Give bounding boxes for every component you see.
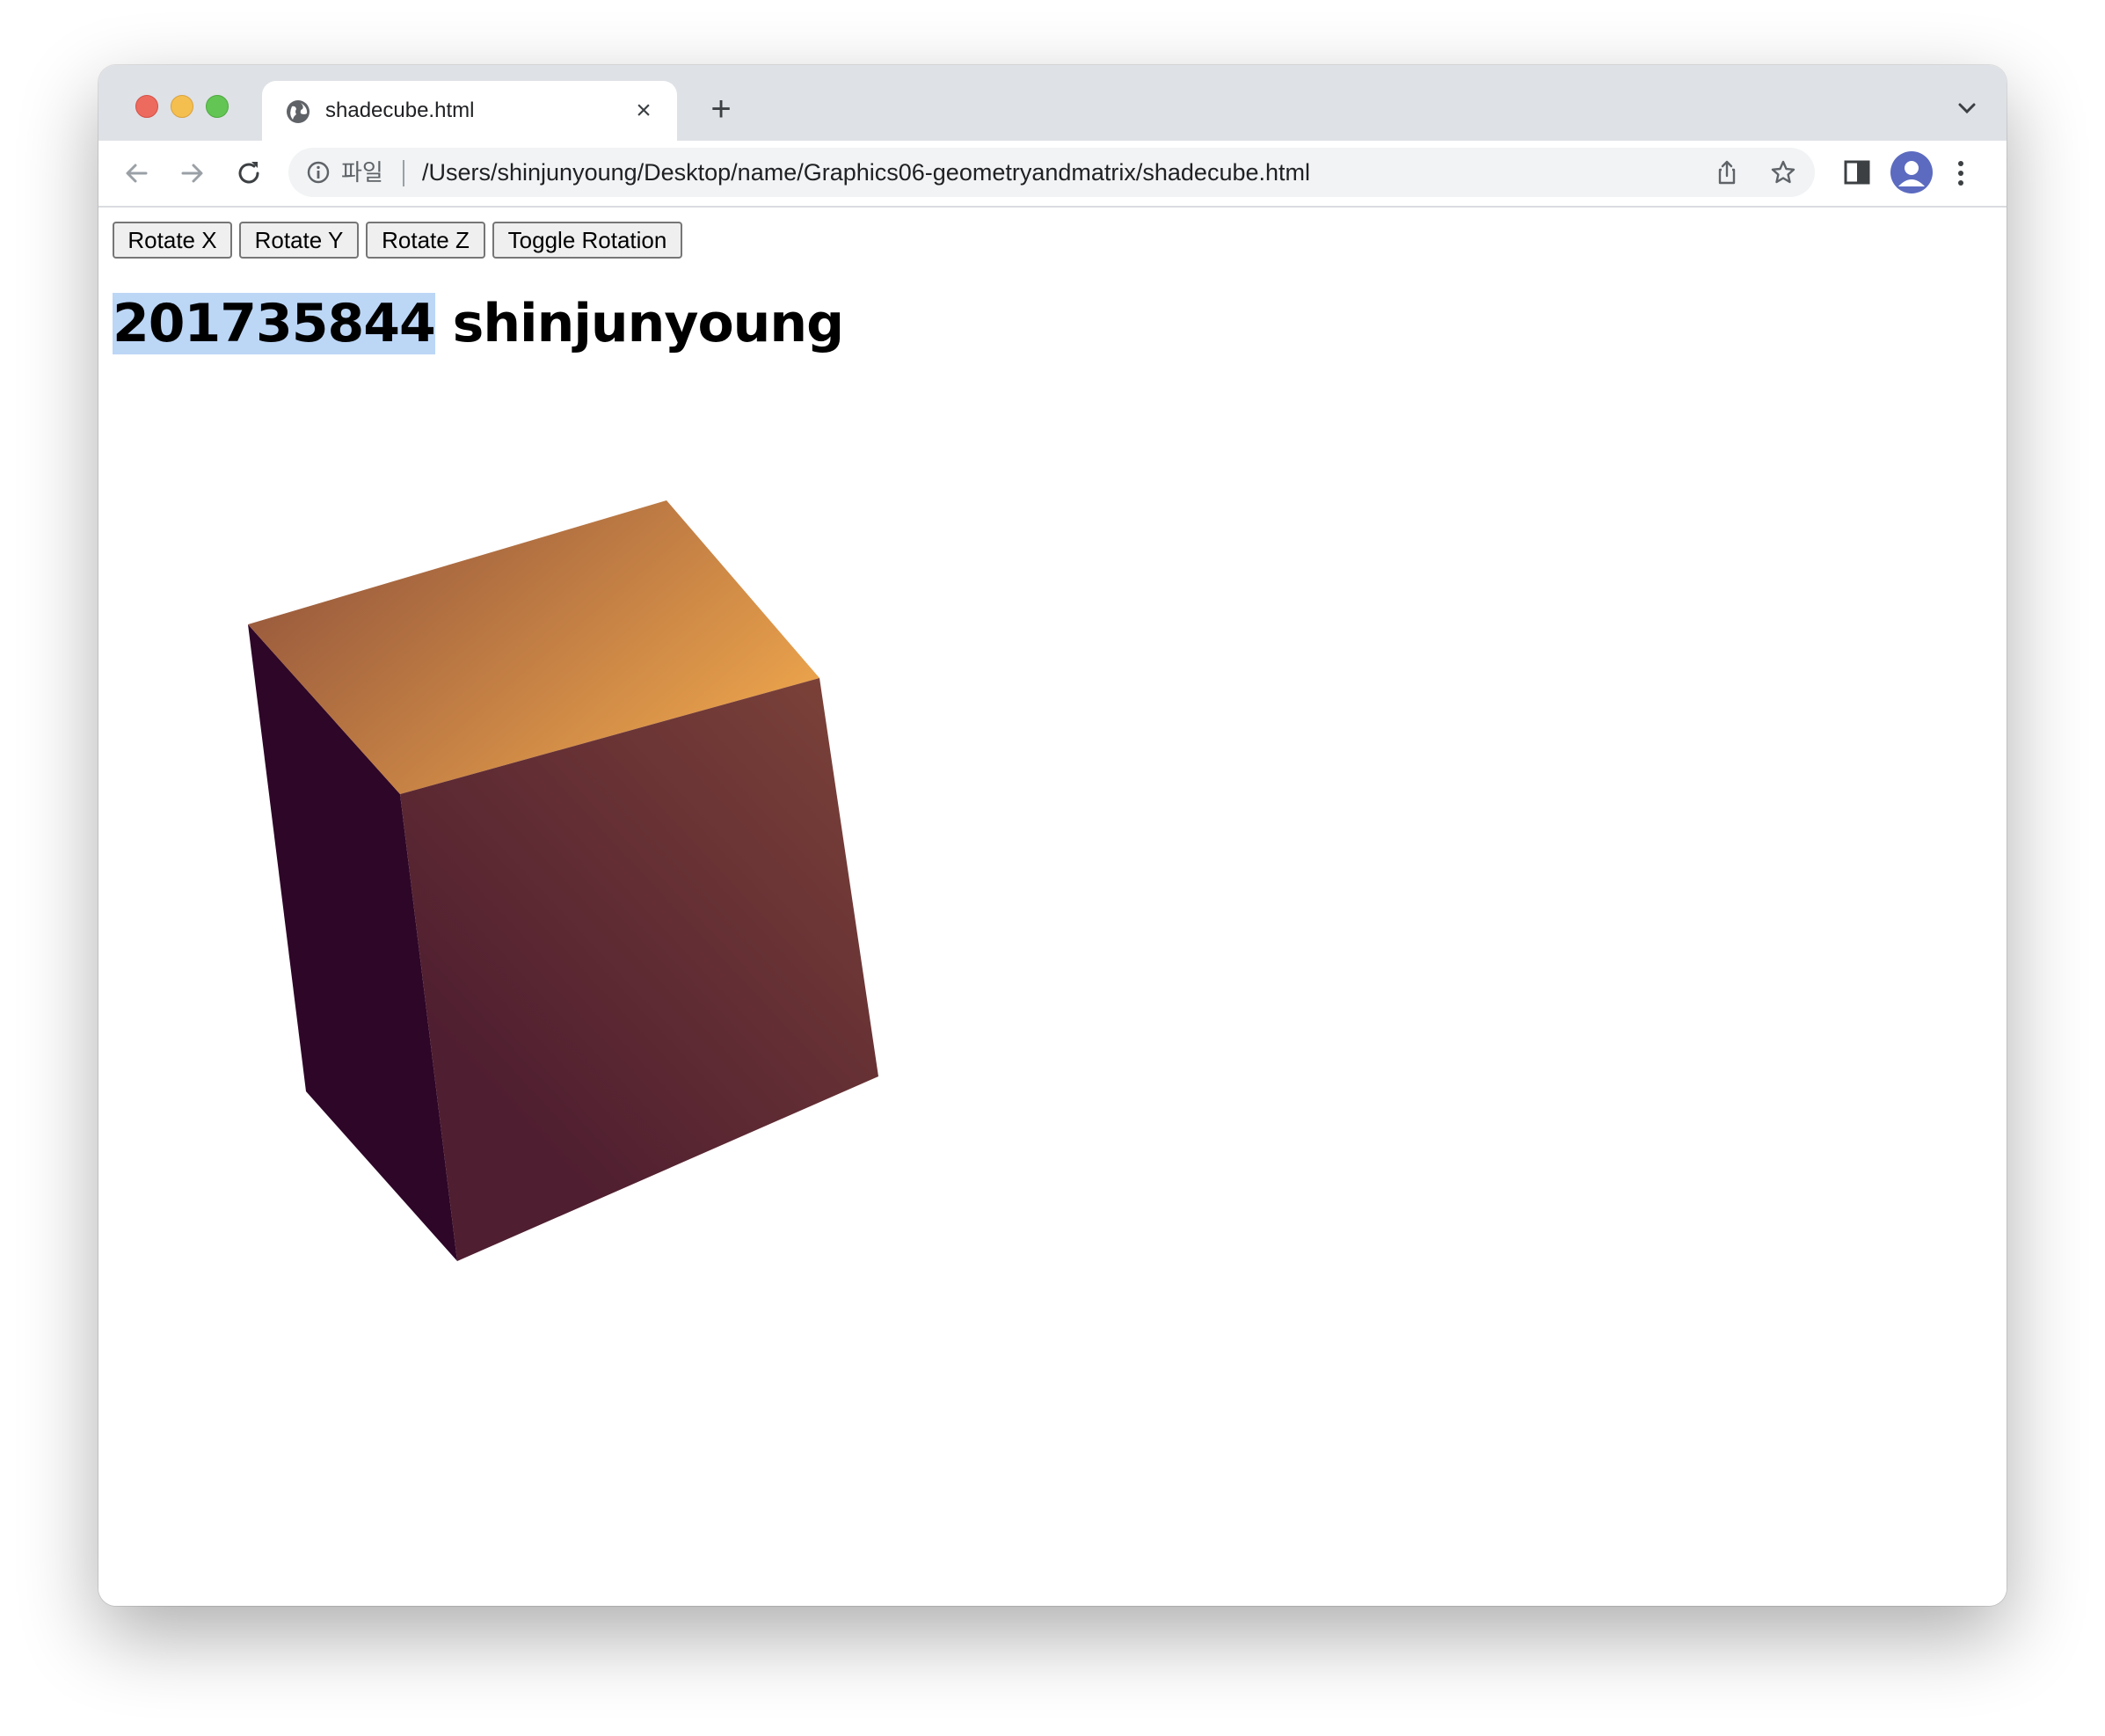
- profile-avatar[interactable]: [1890, 151, 1933, 193]
- browser-window: shadecube.html × + 파일 /Users/shinjunyoun…: [98, 65, 2007, 1606]
- bookmark-star-icon[interactable]: [1769, 158, 1797, 186]
- tab-shadecube[interactable]: shadecube.html ×: [262, 81, 677, 141]
- side-panel-icon[interactable]: [1841, 157, 1873, 188]
- page-content: Rotate X Rotate Y Rotate Z Toggle Rotati…: [98, 208, 2007, 1606]
- chevron-down-icon[interactable]: [1954, 95, 1980, 121]
- reload-icon[interactable]: [232, 157, 266, 190]
- address-divider: [403, 160, 404, 186]
- minimize-window-button[interactable]: [171, 95, 193, 118]
- scheme-label: 파일: [341, 159, 383, 186]
- address-bar[interactable]: 파일 /Users/shinjunyoung/Desktop/name/Grap…: [288, 148, 1815, 197]
- globe-icon: [287, 100, 310, 123]
- close-window-button[interactable]: [135, 95, 158, 118]
- zoom-window-button[interactable]: [206, 95, 229, 118]
- cube-canvas: [248, 500, 878, 1261]
- share-icon[interactable]: [1713, 158, 1741, 186]
- new-tab-button[interactable]: +: [703, 91, 739, 127]
- forward-arrow-icon[interactable]: [176, 157, 209, 190]
- browser-toolbar: 파일 /Users/shinjunyoung/Desktop/name/Grap…: [98, 141, 2007, 208]
- close-tab-icon[interactable]: ×: [628, 95, 659, 127]
- person-icon: [1898, 161, 1925, 186]
- url-text[interactable]: /Users/shinjunyoung/Desktop/name/Graphic…: [422, 157, 1310, 188]
- more-vert-icon[interactable]: [1952, 157, 1970, 190]
- tab-strip: shadecube.html × +: [98, 65, 2007, 141]
- info-icon[interactable]: [306, 160, 331, 185]
- back-arrow-icon[interactable]: [120, 157, 153, 190]
- tab-title: shadecube.html: [325, 98, 475, 122]
